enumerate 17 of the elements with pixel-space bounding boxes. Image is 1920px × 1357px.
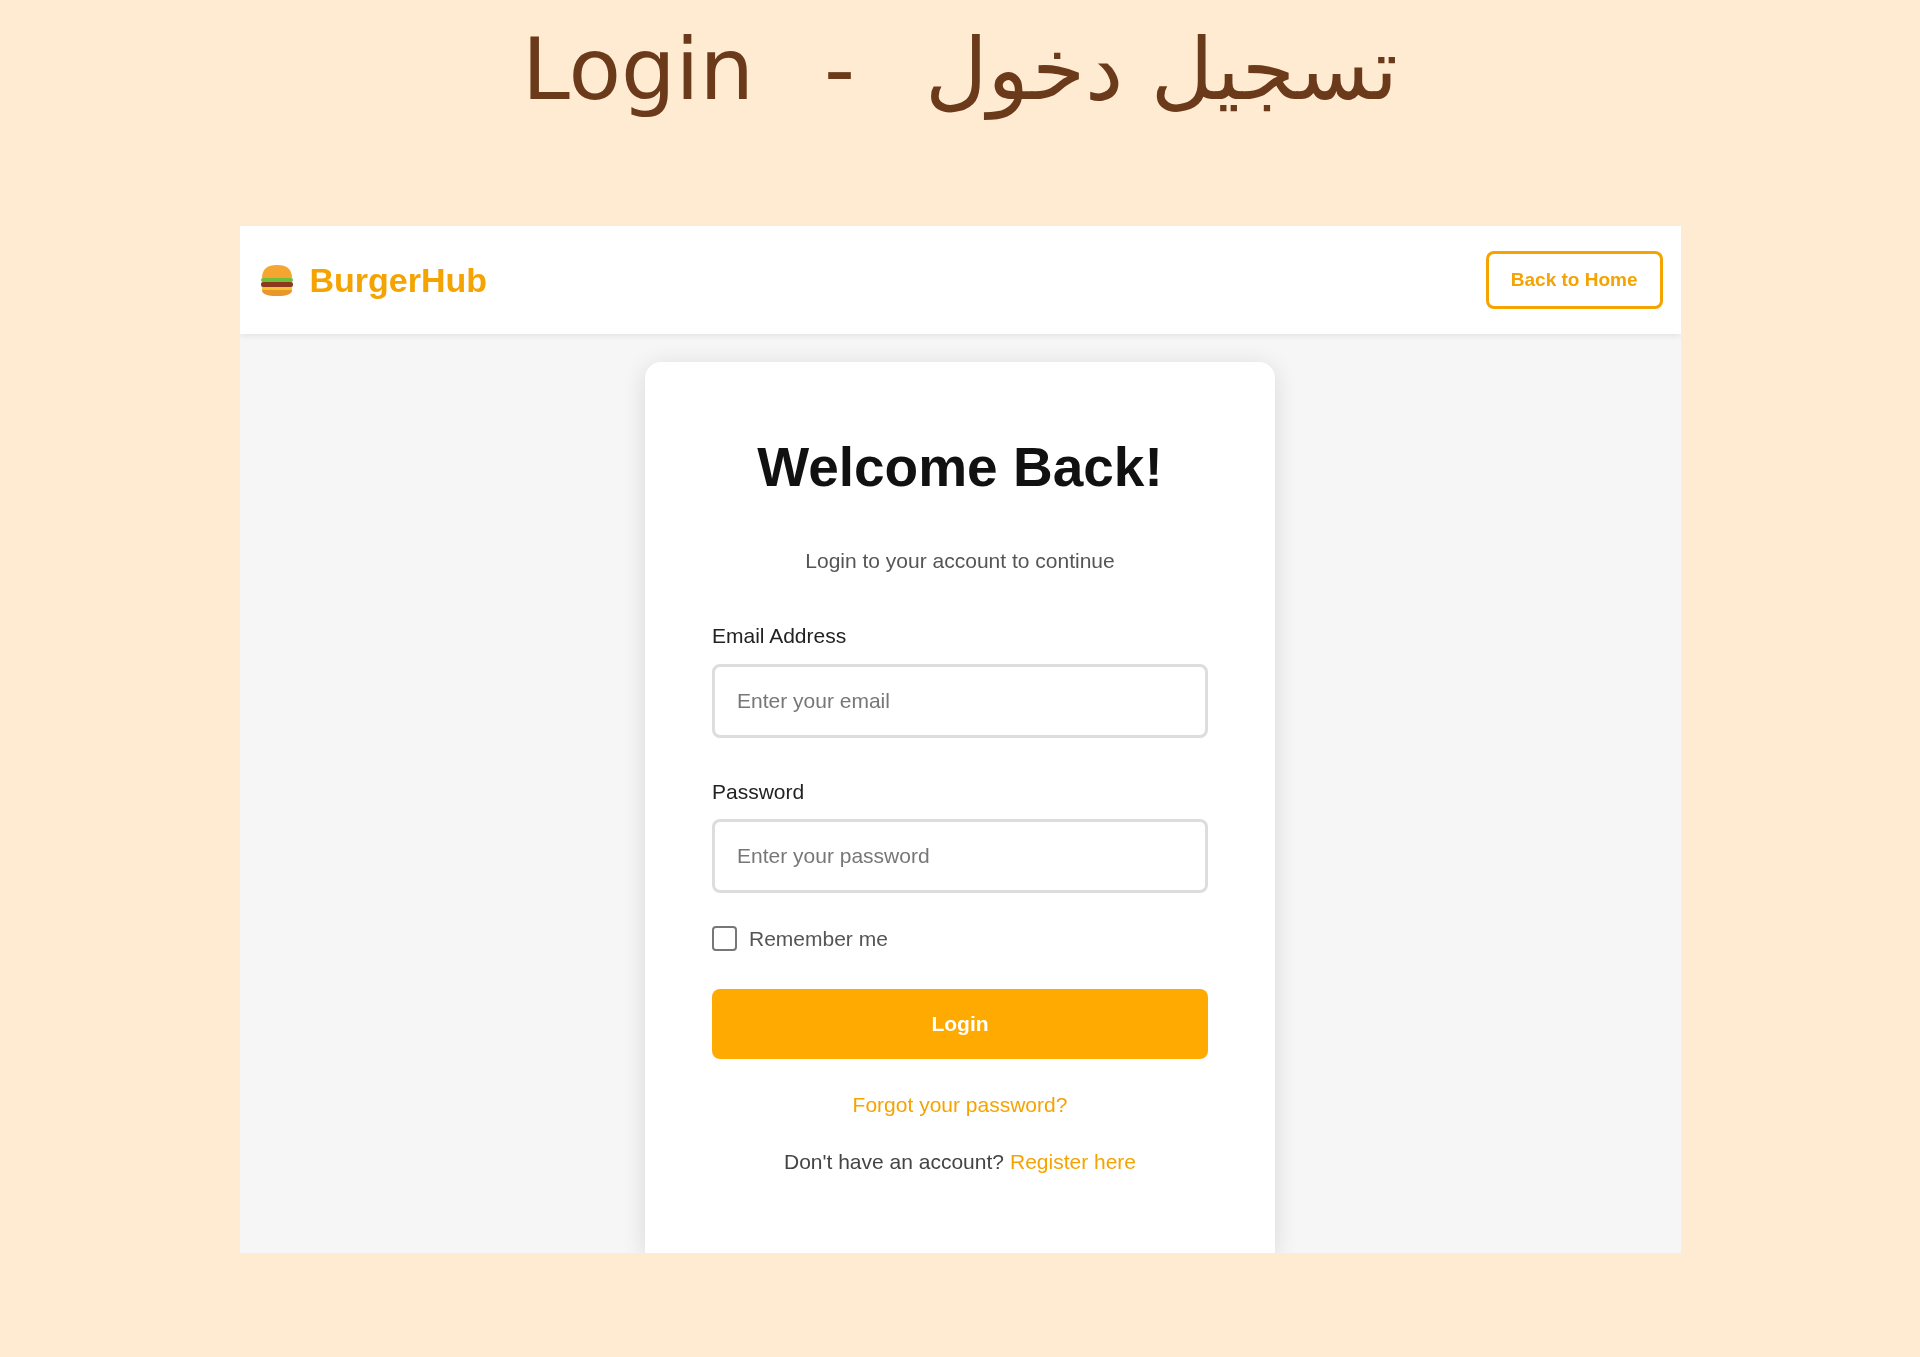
- card-subtitle: Login to your account to continue: [804, 547, 1116, 574]
- field-label: Password: [712, 778, 806, 805]
- heading-separator: -: [824, 18, 856, 121]
- login-button[interactable]: Login: [712, 988, 1208, 1059]
- page-heading-arabic: تسجيل دخول: [925, 18, 1398, 122]
- text-field[interactable]: Enter your password: [712, 819, 1208, 893]
- page-heading: Login: [522, 18, 754, 121]
- register-link[interactable]: Register here: [1009, 1146, 1137, 1178]
- card-title: Welcome Back!: [756, 435, 1164, 500]
- text-field[interactable]: Enter your email: [712, 663, 1208, 738]
- back-to-home-button[interactable]: Back to Home: [1485, 251, 1663, 309]
- register-prompt: Don't have an account?: [783, 1149, 1004, 1175]
- brand-name: BurgerHub: [309, 259, 488, 301]
- remember-label: Remember me: [749, 926, 888, 952]
- field-label: Email Address: [712, 623, 848, 649]
- forgot-password-link[interactable]: Forgot your password?: [852, 1088, 1068, 1120]
- remember-checkbox[interactable]: [712, 926, 737, 952]
